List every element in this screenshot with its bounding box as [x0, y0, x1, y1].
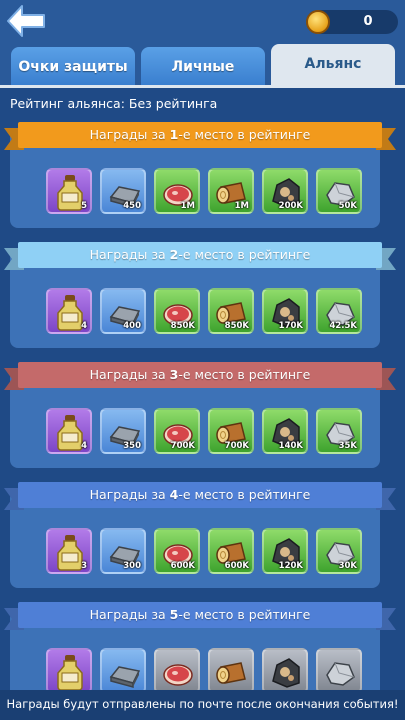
reward-item[interactable]: 850K [208, 288, 254, 334]
reward-title: Награды за 4-е место в рейтинге [18, 487, 382, 502]
reward-item[interactable]: 42.5K [316, 288, 362, 334]
coin-counter: 0 [306, 10, 398, 34]
reward-title-suffix: -е место в рейтинге [178, 487, 311, 502]
coin-icon [306, 10, 330, 34]
reward-title: Награды за 3-е место в рейтинге [18, 367, 382, 382]
reward-title-suffix: -е место в рейтинге [178, 247, 311, 262]
reward-items-row: 3 300 600K 600K 120K 30K [0, 528, 405, 574]
reward-item[interactable]: 1M [154, 168, 200, 214]
reward-quantity: 300 [123, 561, 141, 571]
reward-quantity: 170K [278, 321, 303, 331]
reward-quantity: 200K [278, 201, 303, 211]
top-bar: 0 [0, 0, 405, 44]
reward-item[interactable]: 350 [100, 408, 146, 454]
reward-items-row: 4 400 850K 850K 170K 42.5K [0, 288, 405, 334]
reward-items-row: 4 350 700K 700K 140K 35K [0, 408, 405, 454]
reward-quantity: 350 [123, 441, 141, 451]
reward-quantity: 4 [81, 441, 87, 451]
reward-title-prefix: Награды за [89, 367, 170, 382]
reward-quantity: 1M [234, 201, 249, 211]
reward-title-prefix: Награды за [89, 127, 170, 142]
reward-item[interactable]: 600K [208, 528, 254, 574]
reward-ribbon: Награды за 4-е место в рейтинге [4, 482, 396, 512]
reward-item[interactable]: 140K [262, 408, 308, 454]
reward-ribbon: Награды за 2-е место в рейтинге [4, 242, 396, 272]
reward-title-prefix: Награды за [89, 247, 170, 262]
reward-title-suffix: -е место в рейтинге [178, 367, 311, 382]
reward-item[interactable]: 400 [100, 288, 146, 334]
reward-item[interactable]: 850K [154, 288, 200, 334]
reward-title: Награды за 5-е место в рейтинге [18, 607, 382, 622]
tab-defense-points[interactable]: Очки защиты [11, 47, 135, 85]
reward-item[interactable] [100, 648, 146, 694]
reward-ribbon: Награды за 5-е место в рейтинге [4, 602, 396, 632]
reward-item[interactable]: 4 [46, 288, 92, 334]
reward-title: Награды за 1-е место в рейтинге [18, 127, 382, 142]
reward-quantity: 3 [81, 561, 87, 571]
reward-item[interactable]: 30K [316, 528, 362, 574]
reward-quantity: 140K [278, 441, 303, 451]
reward-item[interactable]: 5 [46, 168, 92, 214]
reward-quantity: 450 [123, 201, 141, 211]
reward-item[interactable]: 300 [100, 528, 146, 574]
reward-title-suffix: -е место в рейтинге [178, 607, 311, 622]
reward-item[interactable]: 50K [316, 168, 362, 214]
reward-item[interactable] [46, 648, 92, 694]
reward-item[interactable] [154, 648, 200, 694]
reward-ribbon: Награды за 3-е место в рейтинге [4, 362, 396, 392]
reward-title-prefix: Награды за [89, 607, 170, 622]
reward-item[interactable] [316, 648, 362, 694]
reward-item[interactable]: 3 [46, 528, 92, 574]
reward-items-row: 5 450 1M 1M 200K 50K [0, 168, 405, 214]
reward-title: Награды за 2-е место в рейтинге [18, 247, 382, 262]
reward-quantity: 600K [170, 561, 195, 571]
back-arrow-icon[interactable] [6, 4, 46, 38]
reward-quantity: 700K [224, 441, 249, 451]
footer-notice: Награды будут отправлены по почте после … [0, 690, 405, 720]
coin-value: 0 [363, 14, 373, 29]
reward-item[interactable]: 450 [100, 168, 146, 214]
reward-item[interactable]: 35K [316, 408, 362, 454]
reward-quantity: 42.5K [329, 321, 357, 331]
reward-title-suffix: -е место в рейтинге [178, 127, 311, 142]
reward-quantity: 400 [123, 321, 141, 331]
reward-item[interactable]: 700K [208, 408, 254, 454]
reward-item[interactable]: 700K [154, 408, 200, 454]
reward-quantity: 850K [170, 321, 195, 331]
reward-quantity: 600K [224, 561, 249, 571]
reward-quantity: 850K [224, 321, 249, 331]
reward-item[interactable] [208, 648, 254, 694]
alliance-rank-text: Рейтинг альянса: Без рейтинга [10, 96, 218, 111]
reward-quantity: 120K [278, 561, 303, 571]
reward-item[interactable] [262, 648, 308, 694]
reward-quantity: 4 [81, 321, 87, 331]
reward-item[interactable]: 200K [262, 168, 308, 214]
tab-alliance[interactable]: Альянс [271, 44, 395, 85]
reward-item[interactable]: 4 [46, 408, 92, 454]
reward-item[interactable]: 1M [208, 168, 254, 214]
reward-item[interactable]: 120K [262, 528, 308, 574]
reward-quantity: 1M [180, 201, 195, 211]
reward-quantity: 50K [338, 201, 357, 211]
reward-title-prefix: Награды за [89, 487, 170, 502]
reward-item[interactable]: 170K [262, 288, 308, 334]
reward-quantity: 5 [81, 201, 87, 211]
reward-item[interactable]: 600K [154, 528, 200, 574]
reward-quantity: 700K [170, 441, 195, 451]
reward-quantity: 35K [338, 441, 357, 451]
tab-personal[interactable]: Личные [141, 47, 265, 85]
reward-ribbon: Награды за 1-е место в рейтинге [4, 122, 396, 152]
reward-items-row [0, 648, 405, 694]
reward-quantity: 30K [338, 561, 357, 571]
